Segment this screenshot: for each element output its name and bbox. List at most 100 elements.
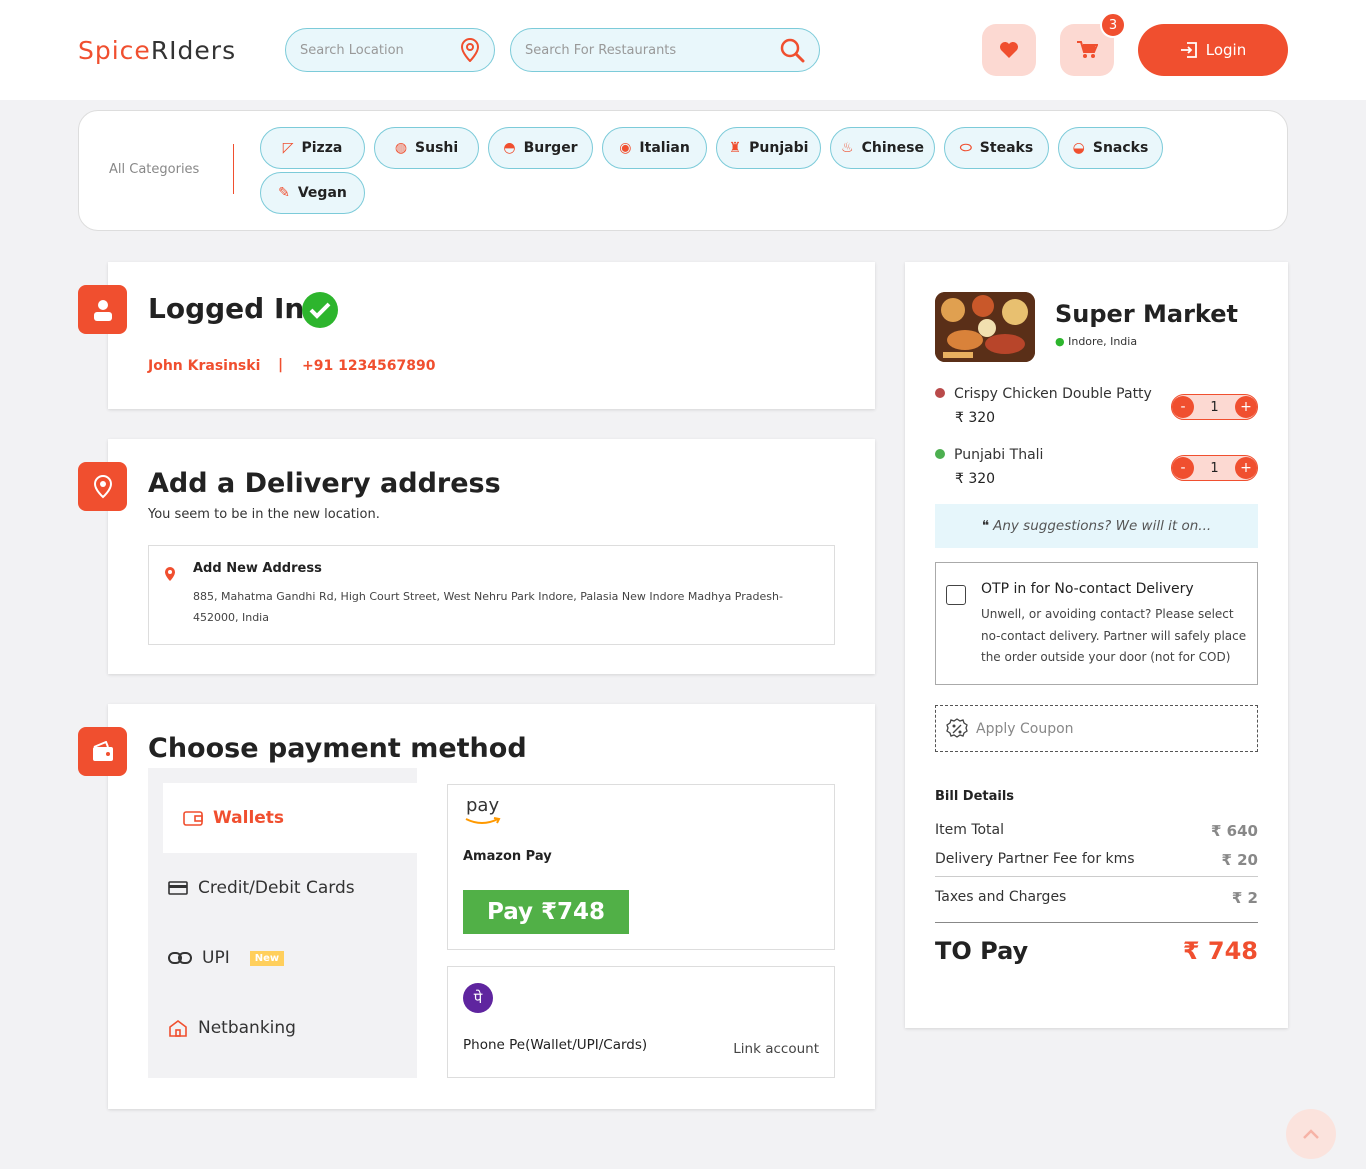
store-thumbnail-image	[935, 292, 1035, 362]
chinese-icon: ♨	[841, 140, 854, 156]
cart-panel: Super Market ● Indore, India Crispy Chic…	[905, 262, 1288, 1028]
suggestions-input[interactable]: ❝ Any suggestions? We will it on...	[935, 504, 1258, 548]
amazon-pay-logo: pay	[465, 795, 501, 824]
link-icon	[168, 952, 192, 964]
category-chip-italian[interactable]: ◉ Italian	[602, 127, 707, 169]
payment-section-icon	[78, 727, 127, 776]
pay-button[interactable]: Pay ₹748	[463, 890, 629, 934]
store-location: ● Indore, India	[1055, 335, 1138, 348]
pizza-icon: ◸	[282, 140, 294, 156]
top-header: SpiceRIders Search Location Search For R…	[0, 0, 1366, 100]
bill-value: ₹ 20	[1221, 851, 1258, 869]
tab-label: UPI	[202, 948, 230, 968]
tab-wallets[interactable]: Wallets	[163, 783, 417, 853]
home-icon	[169, 1020, 187, 1037]
quantity-stepper[interactable]: - 1 +	[1171, 455, 1258, 481]
cart-button[interactable]: 3	[1060, 12, 1126, 76]
user-icon	[93, 299, 112, 321]
increment-button[interactable]: +	[1235, 457, 1257, 479]
decrement-button[interactable]: -	[1172, 457, 1194, 479]
otp-text: Unwell, or avoiding contact? Please sele…	[981, 607, 1247, 664]
bill-value: ₹ 640	[1211, 822, 1258, 840]
chip-label: Chinese	[861, 140, 924, 156]
bill-label: Item Total	[935, 822, 1005, 838]
amazon-pay-option[interactable]: pay Amazon Pay Pay ₹748	[447, 784, 835, 950]
login-icon	[1180, 42, 1197, 58]
add-new-address-box[interactable]: Add New Address 885, Mahatma Gandhi Rd, …	[148, 545, 835, 645]
quantity-value: 1	[1210, 460, 1219, 476]
bill-row: Item Total ₹ 640	[935, 822, 1258, 840]
category-chip-chinese[interactable]: ♨ Chinese	[830, 127, 935, 169]
decrement-button[interactable]: -	[1172, 396, 1194, 418]
login-button[interactable]: Login	[1138, 24, 1288, 76]
vegan-icon: ✎	[278, 185, 290, 201]
cart-count-badge: 3	[1100, 12, 1126, 38]
user-phone: +91 1234567890	[302, 358, 436, 374]
otp-title: OTP in for No-contact Delivery	[981, 581, 1194, 597]
location-pin-icon	[93, 474, 112, 498]
category-chip-punjabi[interactable]: ♜ Punjabi	[716, 127, 821, 169]
address-section-icon	[78, 462, 127, 511]
user-name: John Krasinski	[148, 358, 261, 374]
scroll-top-button[interactable]	[1286, 1109, 1336, 1159]
bill-divider	[935, 876, 1258, 877]
login-label: Login	[1205, 41, 1247, 59]
search-icon[interactable]	[779, 37, 805, 63]
favorites-button[interactable]	[982, 24, 1036, 76]
logo-part-b: RIders	[150, 36, 237, 65]
snacks-icon: ◒	[1072, 140, 1085, 156]
amazon-smile-icon	[465, 817, 501, 824]
bill-label: Taxes and Charges	[935, 889, 1067, 905]
phonepe-option[interactable]: पे Phone Pe(Wallet/UPI/Cards) Link accou…	[447, 966, 835, 1078]
amazon-logo-text: pay	[466, 795, 500, 816]
suggestions-placeholder: Any suggestions? We will it on...	[993, 518, 1212, 534]
tab-label: Wallets	[213, 808, 285, 828]
chip-label: Steaks	[979, 140, 1034, 156]
category-chip-snacks[interactable]: ◒ Snacks	[1058, 127, 1163, 169]
item-name: Punjabi Thali	[954, 447, 1044, 463]
category-chip-pizza[interactable]: ◸ Pizza	[260, 127, 365, 169]
total-divider	[935, 922, 1258, 923]
tab-upi[interactable]: UPI New	[148, 923, 417, 993]
category-chip-sushi[interactable]: ◍ Sushi	[374, 127, 479, 169]
logged-in-card: Logged In John Krasinski | +91 123456789…	[108, 262, 875, 409]
increment-button[interactable]: +	[1235, 396, 1257, 418]
steak-icon: ⬭	[959, 140, 972, 156]
cart-icon	[1077, 41, 1098, 58]
address-title: Add a Delivery address	[148, 468, 501, 499]
punjabi-icon: ♜	[728, 140, 742, 156]
quantity-stepper[interactable]: - 1 +	[1171, 394, 1258, 420]
user-separator: |	[278, 357, 284, 373]
restaurant-search-input[interactable]: Search For Restaurants	[510, 28, 820, 72]
check-circle-icon	[302, 292, 338, 328]
apply-coupon-button[interactable]: Apply Coupon	[935, 705, 1258, 752]
address-box-title: Add New Address	[193, 561, 322, 576]
amazon-pay-label: Amazon Pay	[463, 849, 552, 864]
bill-value: ₹ 2	[1231, 889, 1258, 907]
category-chip-burger[interactable]: ◓ Burger	[488, 127, 593, 169]
brand-logo[interactable]: SpiceRIders	[78, 36, 236, 65]
category-bar: All Categories ◸ Pizza ◍ Sushi ◓ Burger ◉ It…	[78, 110, 1288, 231]
logged-in-title: Logged In	[148, 292, 305, 325]
tab-cards[interactable]: Credit/Debit Cards	[148, 853, 417, 923]
location-pin-icon[interactable]	[460, 38, 480, 62]
chip-label: Snacks	[1092, 140, 1149, 156]
wallet-icon	[183, 811, 203, 826]
chip-label: Vegan	[297, 185, 347, 201]
heart-icon	[1000, 42, 1018, 58]
tab-label: Credit/Debit Cards	[198, 878, 355, 898]
no-contact-checkbox[interactable]	[946, 585, 966, 605]
location-placeholder: Search Location	[300, 42, 404, 58]
nonveg-dot-icon	[935, 388, 945, 398]
all-categories-label: All Categories	[109, 162, 200, 177]
store-name: Super Market	[1055, 300, 1238, 328]
phonepe-logo-icon: पे	[463, 983, 493, 1013]
tab-netbanking[interactable]: Netbanking	[148, 993, 417, 1063]
credit-card-icon	[168, 881, 188, 895]
category-chip-steaks[interactable]: ⬭ Steaks	[944, 127, 1049, 169]
location-search-input[interactable]: Search Location	[285, 28, 495, 72]
bill-row: Delivery Partner Fee for kms ₹ 20	[935, 851, 1258, 869]
category-chip-vegan[interactable]: ✎ Vegan	[260, 172, 365, 214]
link-account-link[interactable]: Link account	[733, 1041, 819, 1057]
chip-label: Italian	[639, 140, 690, 156]
